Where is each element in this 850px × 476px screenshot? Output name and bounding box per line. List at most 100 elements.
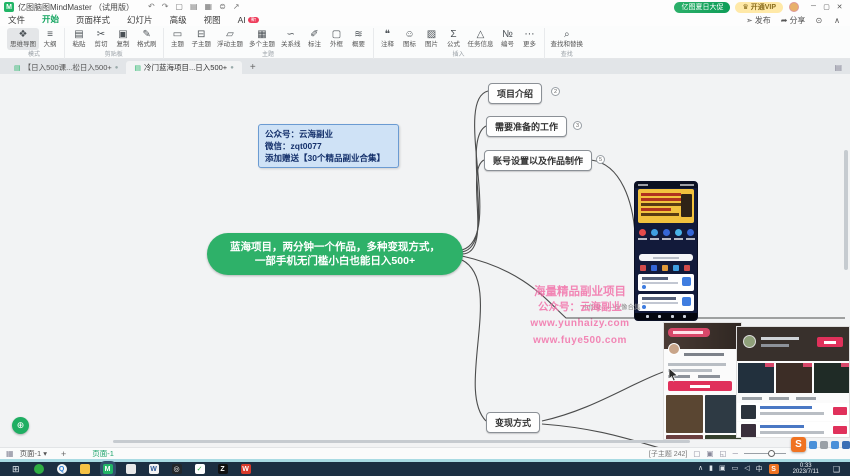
ribbon-button[interactable]: ▣复制 — [112, 28, 134, 50]
recorder-pen-icon[interactable] — [820, 441, 828, 449]
phone-screenshot-image[interactable] — [635, 182, 697, 320]
tray-icon[interactable]: 中 — [756, 464, 763, 474]
recorder-chat-icon[interactable] — [809, 441, 817, 449]
menu-right-button[interactable]: ∧ — [834, 16, 842, 25]
taskbar-app-icon[interactable]: M — [103, 464, 113, 474]
taskbar-app-icon[interactable]: W — [149, 464, 159, 474]
ribbon-button[interactable]: №编号 — [497, 28, 519, 50]
window-control-button[interactable]: ✕ — [833, 3, 846, 11]
ribbon-button[interactable]: △任务信息 — [465, 28, 497, 50]
branch-count-badge[interactable]: 3 — [573, 121, 582, 130]
recorder-monitor-icon[interactable] — [842, 441, 850, 449]
menu-tab[interactable]: AI新 — [238, 15, 260, 26]
notification-icon[interactable]: ❑ — [833, 465, 840, 474]
ribbon-button[interactable]: ⊟子主题 — [189, 28, 215, 50]
taskbar-app-icon[interactable]: ◎ — [172, 464, 182, 474]
collapsed-node-label[interactable]: 小仙女——头像合集 — [582, 301, 641, 311]
central-topic-node[interactable]: 蓝海项目，两分钟一个作品，多种变现方式， 一部手机无门槛小白也能日入500+ — [207, 233, 463, 275]
tray-icon[interactable]: ▮ — [709, 464, 713, 474]
menu-tab[interactable]: 文件 — [8, 14, 25, 27]
menu-right-button[interactable]: ➦分享 — [781, 15, 806, 26]
ribbon-button[interactable]: ☺图标 — [399, 28, 421, 50]
profile-screenshot-right[interactable] — [736, 326, 850, 438]
zoom-slider[interactable] — [744, 453, 786, 454]
tray-icon[interactable]: ▣ — [719, 464, 726, 474]
ribbon-button[interactable]: ⋯更多 — [519, 28, 541, 50]
document-tab[interactable]: ▤ 冷门蓝海项目...日入500+ ● — [126, 61, 241, 74]
branch-node-account[interactable]: 账号设置以及作品制作 — [484, 150, 592, 171]
ribbon-button[interactable]: Σ公式 — [443, 28, 465, 50]
quick-access-icon[interactable]: ↷ — [162, 2, 169, 12]
menu-right-button[interactable]: ⊙ — [815, 16, 824, 25]
ribbon-button[interactable]: ▤粘贴 — [68, 28, 90, 50]
tray-icon[interactable]: ∧ — [698, 464, 703, 474]
ribbon-button[interactable]: ✎格式刷 — [134, 28, 160, 50]
ribbon-button[interactable]: ▢外框 — [326, 28, 348, 50]
quick-access-icon[interactable]: ▦ — [205, 2, 213, 12]
taskbar-app-icon[interactable]: ✓ — [195, 464, 205, 474]
vip-button[interactable]: ♛ 开通VIP — [735, 2, 783, 13]
tray-icon[interactable]: ◁ — [744, 464, 749, 474]
menu-tab[interactable]: 页面样式 — [76, 14, 110, 27]
fullscreen-icon[interactable]: ◱ — [720, 449, 727, 458]
menu-tab[interactable]: 高级 — [170, 14, 187, 27]
taskbar-app-icon[interactable]: Z — [218, 464, 228, 474]
ribbon-button[interactable]: ▦多个主题 — [246, 28, 278, 50]
taskbar-app-icon[interactable]: Q — [57, 464, 67, 474]
add-page-button[interactable]: + — [61, 449, 66, 459]
ribbon-button[interactable]: ✐标注 — [304, 28, 326, 50]
quick-access-icon[interactable]: ⊜ — [219, 2, 226, 12]
floating-topic-contact-box[interactable]: 公众号：云海副业 微信：zqt0077 添加赠送【30个精品副业合集】 — [258, 124, 399, 168]
tray-app-icon[interactable]: S — [769, 464, 779, 474]
quick-access-icon[interactable]: ▤ — [190, 2, 198, 12]
branch-node-intro[interactable]: 项目介绍 — [488, 83, 542, 104]
tab-close-dot[interactable]: ● — [230, 65, 234, 71]
taskbar-app-icon[interactable] — [80, 464, 90, 474]
quick-access-icon[interactable]: ↗ — [233, 2, 240, 12]
vertical-scrollbar[interactable] — [844, 150, 848, 270]
ribbon-button[interactable]: ▨图片 — [421, 28, 443, 50]
mindmap-canvas[interactable]: 公众号：云海副业 微信：zqt0077 添加赠送【30个精品副业合集】 蓝海项目… — [0, 74, 850, 447]
recorder-mic-icon[interactable] — [831, 441, 839, 449]
taskbar-app-icon[interactable] — [126, 464, 136, 474]
ribbon-button[interactable]: ∽关系线 — [278, 28, 304, 50]
locate-center-button[interactable]: ⊕ — [12, 417, 29, 434]
pages-icon[interactable]: ▦ — [6, 449, 14, 458]
recorder-logo-icon[interactable]: S — [791, 437, 806, 452]
menu-right-button[interactable]: ➣发布 — [746, 15, 771, 26]
new-tab-button[interactable]: + — [242, 61, 264, 74]
tab-close-dot[interactable]: ● — [115, 65, 119, 71]
branch-node-prepare[interactable]: 需要准备的工作 — [486, 116, 567, 137]
quick-access-icon[interactable]: ↶ — [148, 2, 155, 12]
zoom-slider-knob[interactable] — [768, 450, 775, 457]
page-tab[interactable]: 页面-1▾ — [20, 448, 47, 459]
promo-badge[interactable]: 亿图夏日大促 — [674, 2, 730, 13]
page-view-icon[interactable]: ▣ — [706, 449, 713, 458]
branch-count-badge[interactable]: 2 — [551, 87, 560, 96]
ribbon-button[interactable]: ≋概要 — [348, 28, 370, 50]
fit-view-icon[interactable]: ▢ — [693, 449, 700, 458]
menu-tab[interactable]: 视图 — [204, 14, 221, 27]
window-control-button[interactable]: ─ — [807, 3, 820, 11]
tray-icon[interactable]: ▭ — [732, 464, 739, 474]
ribbon-button[interactable]: ❖思维导图 — [7, 28, 39, 50]
user-avatar[interactable] — [789, 2, 799, 12]
ribbon-button[interactable]: ▱浮动主题 — [214, 28, 246, 50]
branch-node-monetize[interactable]: 变现方式 — [486, 412, 540, 433]
taskbar-clock[interactable]: 0:33 2023/7/11 — [793, 463, 819, 476]
taskbar-app-icon[interactable]: W — [241, 464, 251, 474]
start-button[interactable]: ⊞ — [12, 464, 20, 475]
document-tab[interactable]: ▤ 【日入500课...松日入500+ ● — [6, 61, 126, 74]
ribbon-button[interactable]: ≡大纲 — [39, 28, 61, 50]
zoom-out-icon[interactable]: ─ — [733, 449, 738, 458]
window-control-button[interactable]: ▢ — [820, 3, 833, 11]
branch-count-badge[interactable]: 5 — [596, 155, 605, 164]
ribbon-button[interactable]: ❝注释 — [377, 28, 399, 50]
taskbar-app-icon[interactable] — [34, 464, 44, 474]
ribbon-button[interactable]: ✂剪切 — [90, 28, 112, 50]
horizontal-scrollbar[interactable] — [113, 440, 690, 443]
quick-access-icon[interactable]: ▢ — [175, 2, 183, 12]
tabbar-layout-icon[interactable]: ▤ — [834, 61, 842, 74]
ribbon-button[interactable]: ▭主题 — [167, 28, 189, 50]
menu-tab[interactable]: 幻灯片 — [127, 14, 153, 27]
